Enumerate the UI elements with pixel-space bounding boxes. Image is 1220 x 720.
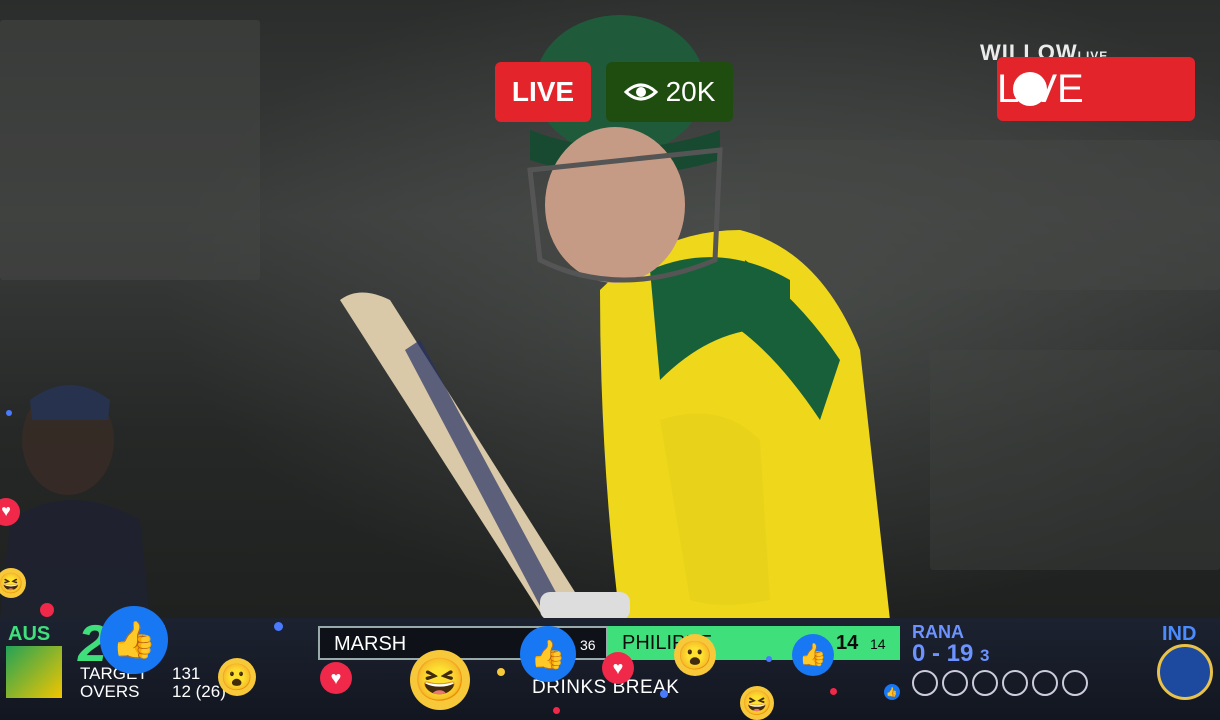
team-left-code: AUS — [8, 623, 51, 645]
ball-indicator — [942, 670, 968, 696]
ball-indicator — [1002, 670, 1028, 696]
reaction-dot — [553, 707, 560, 714]
haha-icon: 😆 — [410, 650, 470, 710]
ball-indicator — [972, 670, 998, 696]
like-icon: 👍 — [100, 606, 168, 674]
reaction-dot — [497, 668, 505, 676]
batter-1-balls: 36 — [580, 637, 596, 653]
love-icon: ♥ — [602, 652, 634, 684]
australia-flag-icon — [6, 646, 62, 698]
bowler-overs: 3 — [980, 646, 990, 665]
reaction-dot — [6, 410, 12, 416]
over-balls — [912, 670, 1088, 696]
target-value: 131 — [172, 664, 201, 683]
record-dot-icon — [1013, 72, 1047, 106]
wow-icon: 😮 — [674, 634, 716, 676]
video-player[interactable]: LIVE 20K WILLOWLIVE LIVE AUS 2​67 TARGET… — [0, 0, 1220, 720]
batter-2-bar: PHILIPPE 14 14 — [608, 626, 900, 660]
bcci-logo-icon — [1157, 644, 1213, 700]
reaction-dot — [830, 688, 837, 695]
love-icon: ♥ — [320, 662, 352, 694]
ball-indicator — [1062, 670, 1088, 696]
like-icon: 👍 — [792, 634, 834, 676]
overs-value: 12 (26) — [172, 682, 226, 701]
viewer-count: 20K — [606, 62, 733, 122]
bowler-figures-value: 0 - 19 — [912, 640, 974, 667]
haha-icon: 😆 — [0, 568, 26, 598]
reaction-dot — [766, 656, 772, 662]
reaction-dot — [660, 690, 668, 698]
ball-indicator — [912, 670, 938, 696]
wow-icon: 😮 — [218, 658, 256, 696]
eye-icon — [623, 83, 658, 101]
reaction-dot — [274, 622, 283, 631]
batter-2-runs: 14 — [836, 632, 859, 654]
team-right-code: IND — [1162, 623, 1197, 645]
batter-2-balls: 14 — [870, 636, 886, 652]
like-icon: 👍 — [520, 626, 576, 682]
overs-label: OVERS — [80, 682, 140, 701]
haha-icon: 😆 — [740, 686, 774, 720]
live-indicator: LIVE — [997, 57, 1195, 121]
ball-indicator — [1032, 670, 1058, 696]
bowler-figures: 0 - 19 3 — [912, 640, 990, 668]
like-icon: 👍 — [884, 684, 900, 700]
reaction-dot — [40, 603, 54, 617]
live-badge-label: LIVE — [511, 76, 575, 107]
live-badge: LIVE — [495, 62, 591, 122]
batter-1-name: MARSH — [334, 633, 407, 655]
viewer-count-value: 20K — [665, 76, 716, 107]
